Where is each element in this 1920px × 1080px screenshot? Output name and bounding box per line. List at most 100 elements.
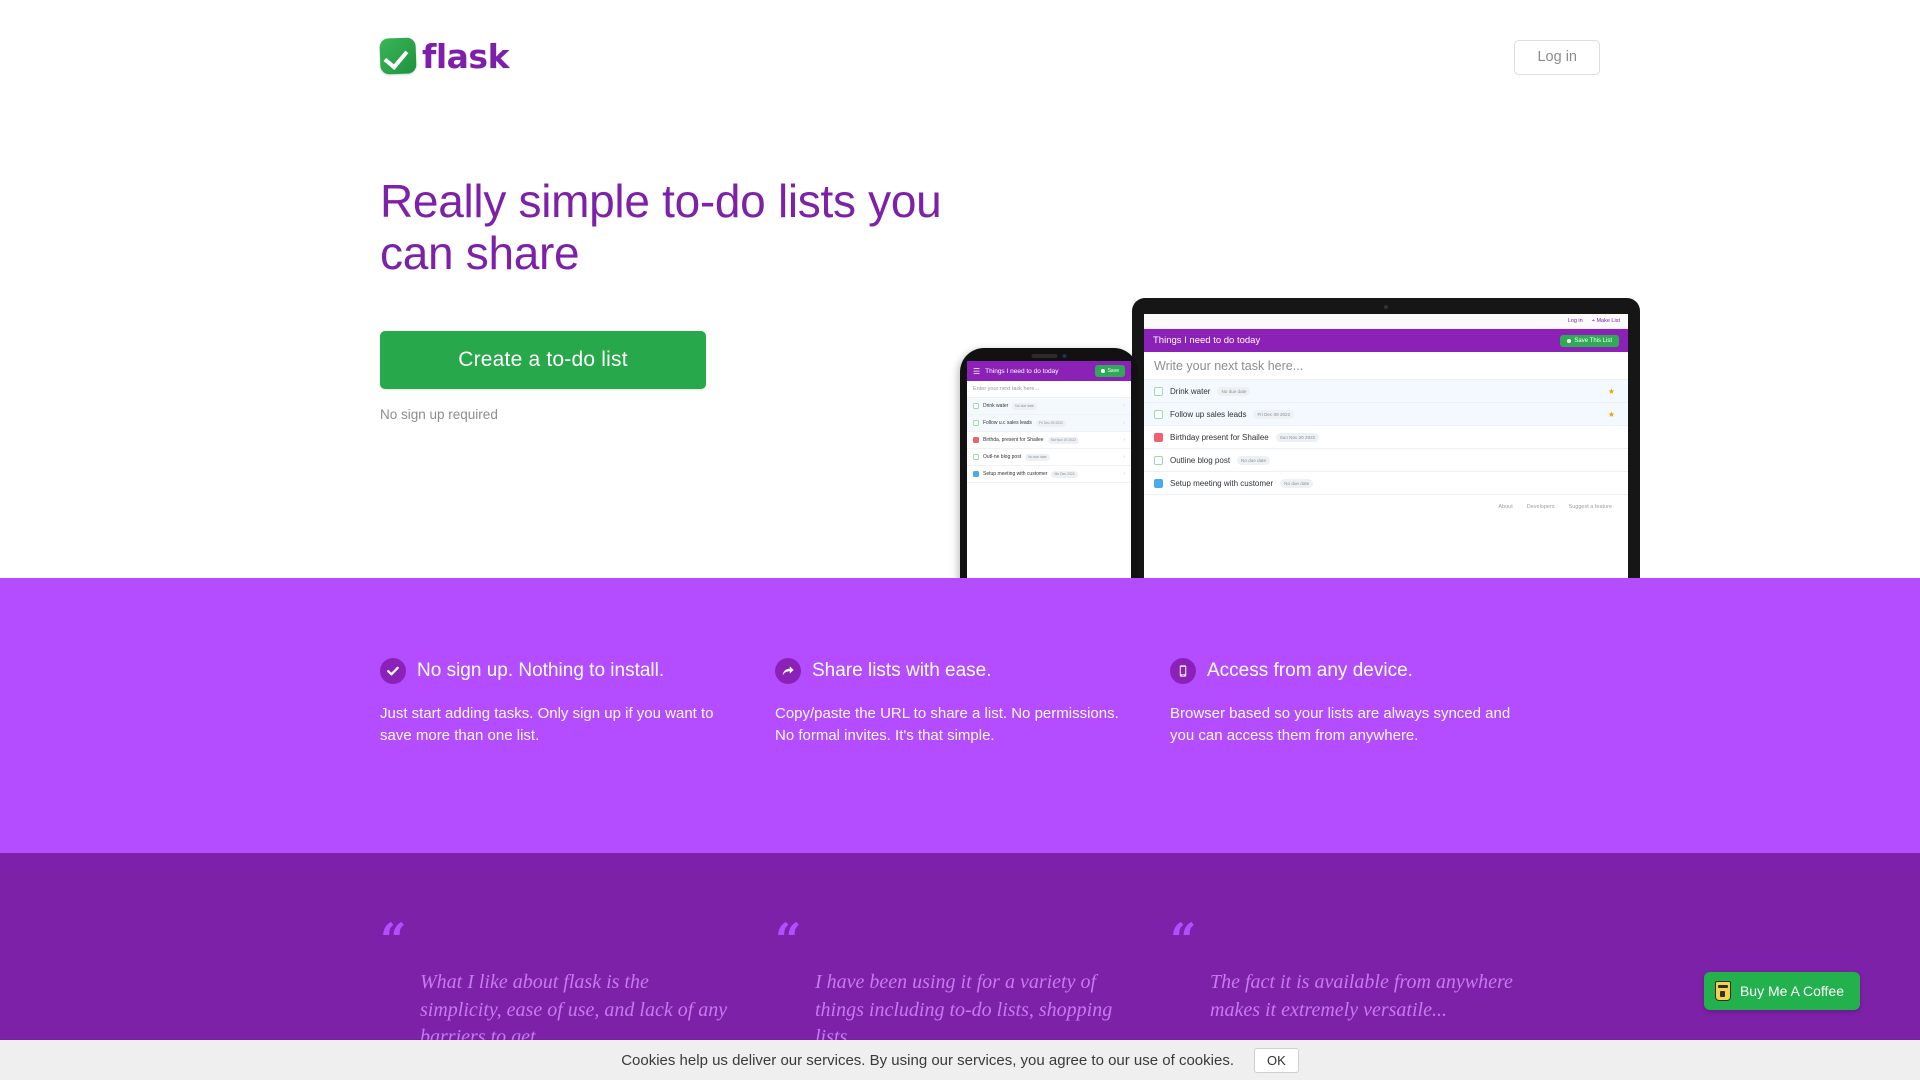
app-footer-link-about[interactable]: About [1498,504,1512,510]
app-task-input[interactable]: Write your next task here... [1144,352,1628,380]
testimonial-1: “ What I like about flask is the simplic… [380,913,775,1052]
page-title: Really simple to-do lists you can share [380,175,942,279]
front-camera-icon [1062,354,1067,358]
app-list-title: Things I need to do today [1153,335,1261,346]
site-header: flask Log in [0,0,1920,118]
chevron-right-icon[interactable]: › [1123,420,1125,426]
app-list-header: Things I need to do today Save This List [1144,329,1628,352]
app-topbar: Log in + Make List [1144,314,1628,329]
task-checkbox[interactable] [1154,386,1163,396]
table-row[interactable]: Birthday present for Shailee Sun Nov 20 … [1144,426,1628,449]
phone-save-button[interactable]: Save [1095,365,1125,377]
list-item[interactable]: Outl-ne blog post No due date › [967,449,1131,466]
task-due-badge: Sun Nov 20 2022 [1275,432,1320,442]
save-dot-icon [1101,369,1105,373]
mobile-device-icon [1170,658,1196,684]
site-logo[interactable]: flask [379,36,510,76]
save-dot-icon [1567,338,1572,343]
task-label: Outl-ne blog post [983,454,1022,460]
chevron-right-icon[interactable]: › [1123,454,1125,460]
task-label: Birthday present for Shailee [1170,432,1269,442]
logo-wordmark: flask [422,36,510,76]
task-checkbox[interactable] [973,420,979,426]
app-footer-link-developers[interactable]: Developers [1527,504,1555,510]
feature-any-device: Access from any device. Browser based so… [1170,658,1565,747]
chevron-right-icon[interactable]: › [1123,437,1125,443]
task-due-badge: Fri Dec 09 2022 [1253,409,1295,419]
feature-no-signup: No sign up. Nothing to install. Just sta… [380,658,775,747]
testimonial-quote: The fact it is available from anywhere m… [1210,971,1513,1021]
app-save-list-button[interactable]: Save This List [1560,334,1619,347]
table-row[interactable]: Drink water No due date ★ [1144,380,1628,403]
laptop-camera-icon [1384,305,1388,309]
task-due-badge: Fri Dec 09 2022 [1035,419,1067,427]
feature-body: Browser based so your lists are always s… [1170,705,1511,745]
task-due-badge: No due date [1237,455,1271,465]
quote-icon: “ [380,913,407,967]
task-label: Setup meeting with customer [1170,478,1274,488]
list-item[interactable]: Drink water No due date › [967,398,1131,415]
task-label: Birthda, present for Shailee [983,437,1044,443]
task-checkbox[interactable] [1154,455,1163,465]
app-make-list-link[interactable]: + Make List [1592,318,1620,324]
task-due-badge: No due date [1012,402,1037,410]
task-label: Outline blog post [1170,455,1231,465]
phone-app-header: ☰ Things I need to do today Save [967,361,1131,381]
quote-icon: “ [775,913,802,967]
list-item[interactable]: Birthda, present for Shailee Sat Nov 20 … [967,432,1131,449]
testimonial-2: “ I have been using it for a variety of … [775,913,1170,1052]
coffee-label: Buy Me A Coffee [1739,983,1844,999]
list-item[interactable]: Follow u.c sales leads Fri Dec 09 2022 › [967,415,1131,432]
task-label: Drink water [1170,386,1211,396]
quote-icon: “ [1170,913,1197,967]
feature-title: No sign up. Nothing to install. [417,660,665,681]
no-signup-note: No sign up required [380,407,498,423]
table-row[interactable]: Setup meeting with customer No due date [1144,472,1628,495]
table-row[interactable]: Outline blog post No due date [1144,449,1628,472]
table-row[interactable]: Follow up sales leads Fri Dec 09 2022 ★ [1144,403,1628,426]
phone-notch [1031,354,1067,358]
star-icon[interactable]: ★ [1608,387,1615,396]
device-mockup: Log in + Make List Things I need to do t… [960,138,1687,678]
hero-section: Really simple to-do lists you can share … [0,118,1920,678]
task-checkbox[interactable] [1154,478,1163,488]
share-arrow-icon [775,658,801,684]
task-label: Drink water [983,403,1009,409]
testimonial-3: “ The fact it is available from anywhere… [1170,913,1565,1052]
phone-list-title: Things I need to do today [985,367,1059,375]
feature-body: Just start adding tasks. Only sign up if… [380,705,714,745]
chevron-right-icon[interactable]: › [1123,471,1125,477]
create-todo-list-button[interactable]: Create a to-do list [380,331,706,390]
hamburger-menu-icon[interactable]: ☰ [973,367,980,376]
star-icon[interactable]: ★ [1608,410,1615,419]
app-footer-links: About Developers Suggest a feature [1144,495,1628,510]
chevron-right-icon[interactable]: › [1123,403,1125,409]
cookie-ok-button[interactable]: OK [1254,1047,1299,1073]
task-label: Setup meeting with customer [983,471,1048,477]
list-item[interactable]: Setup meeting with customer Mo Dec 2022 … [967,466,1131,483]
login-button[interactable]: Log in [1514,40,1600,76]
phone-task-input[interactable]: Enter your next task here... [967,381,1131,398]
feature-body: Copy/paste the URL to share a list. No p… [775,705,1119,745]
task-checkbox[interactable] [973,403,979,409]
features-section: No sign up. Nothing to install. Just sta… [0,578,1920,853]
check-logo-icon [379,37,417,75]
app-save-label: Save This List [1574,337,1612,344]
cookie-consent-bar: Cookies help us deliver our services. By… [0,1040,1920,1080]
task-checkbox[interactable] [973,437,979,443]
landing-page: flask Log in Really simple to-do lists y… [0,0,1920,1080]
task-due-badge: Sat Nov 20 2022 [1047,436,1079,444]
app-footer-link-suggest[interactable]: Suggest a feature [1569,504,1612,510]
task-due-badge: Mo Dec 2022 [1051,470,1078,478]
task-checkbox[interactable] [1154,432,1163,442]
phone-save-label: Save [1107,368,1119,374]
feature-title: Share lists with ease. [812,660,992,681]
task-checkbox[interactable] [973,454,979,460]
task-due-badge: No due date [1280,478,1314,488]
hero-copy: Really simple to-do lists you can share … [380,175,1000,423]
buy-me-a-coffee-button[interactable]: Buy Me A Coffee [1703,972,1860,1010]
task-checkbox[interactable] [973,471,979,477]
check-circle-icon [380,658,406,684]
task-checkbox[interactable] [1154,409,1163,419]
app-login-link[interactable]: Log in [1568,318,1583,324]
